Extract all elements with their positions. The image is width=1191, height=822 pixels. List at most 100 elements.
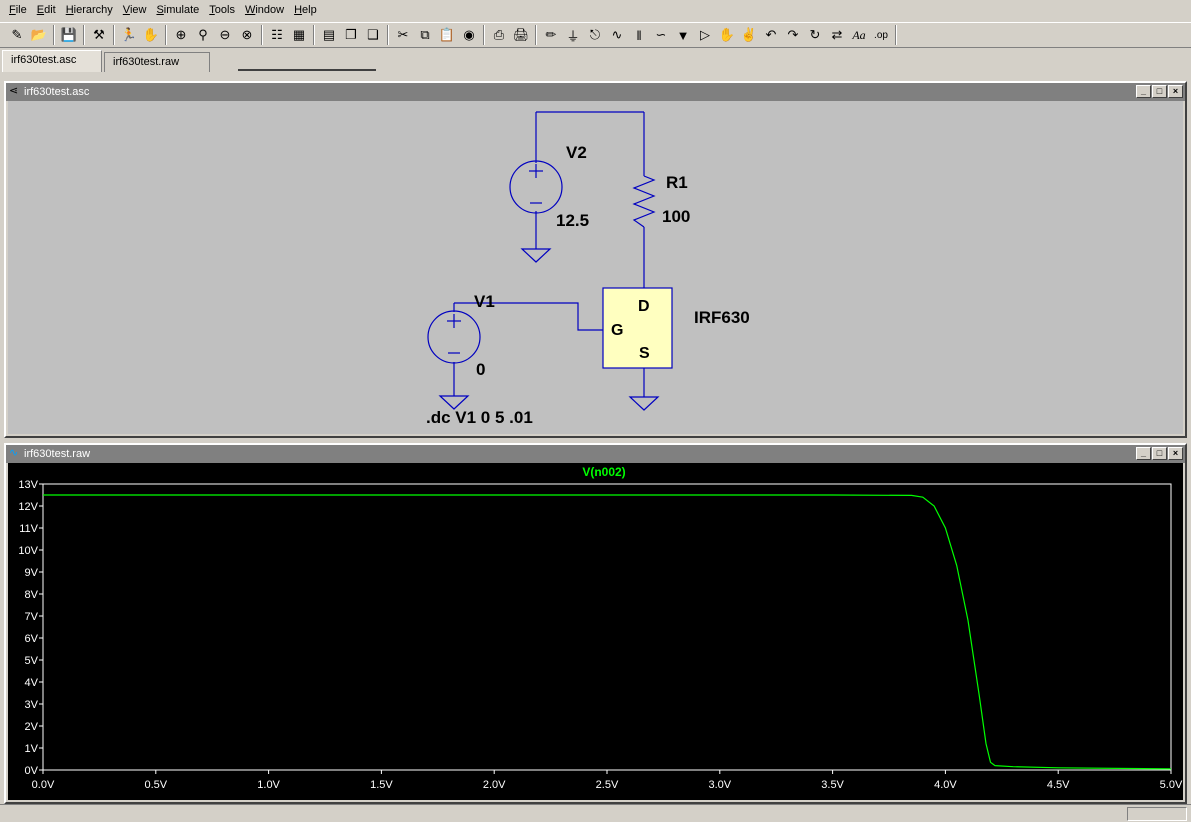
paste-icon[interactable]: 📋 bbox=[436, 24, 458, 46]
minimize-button[interactable]: _ bbox=[1136, 447, 1151, 460]
drag-icon[interactable]: ✌ bbox=[738, 24, 760, 46]
tab-schematic[interactable]: irf630test.asc bbox=[2, 50, 102, 72]
tab-label: irf630test.asc bbox=[11, 54, 77, 66]
find-icon[interactable]: ◉ bbox=[458, 24, 480, 46]
waveform-plot-area[interactable]: V(n002) 0V 1V 2V 3V 4V 5V 6V 7V 8V 9V 10V 11V 12V 13V… bbox=[8, 463, 1183, 800]
v2-name-label: V2 bbox=[566, 143, 587, 162]
toolbar-separator bbox=[113, 25, 115, 45]
menu-item[interactable]: File bbox=[4, 0, 32, 20]
control-panel-icon[interactable]: ⚒ bbox=[88, 24, 110, 46]
x-tick-label: 1.5V bbox=[370, 779, 393, 791]
menu-item[interactable]: Simulate bbox=[151, 0, 204, 20]
close-button[interactable]: × bbox=[1168, 85, 1183, 98]
r1-value-label: 100 bbox=[662, 207, 690, 226]
trace-v-n002[interactable] bbox=[43, 494, 1172, 770]
menu-item[interactable]: Help bbox=[289, 0, 322, 20]
schematic-canvas[interactable]: V2 12.5 R1 100 V1 0 IRF630 D G S .dc V1 … bbox=[8, 101, 1183, 434]
tab-waveform[interactable]: irf630test.raw bbox=[104, 52, 210, 72]
pan-icon[interactable]: ⚲ bbox=[192, 24, 214, 46]
print-setup-icon[interactable]: ⎙ bbox=[488, 24, 510, 46]
minimize-button[interactable]: _ bbox=[1136, 85, 1151, 98]
print-icon[interactable]: 🖨 bbox=[510, 24, 532, 46]
resistor-icon[interactable]: ∿ bbox=[606, 24, 628, 46]
waveform-window-icon: ∿ bbox=[9, 447, 19, 459]
zoom-out-icon[interactable]: ⊖ bbox=[214, 24, 236, 46]
copy-icon[interactable]: ⧉ bbox=[414, 24, 436, 46]
menu-accelerator: H bbox=[294, 4, 303, 16]
menu-accelerator: H bbox=[65, 4, 74, 16]
redo-icon[interactable]: ↷ bbox=[782, 24, 804, 46]
x-tick-label: 4.5V bbox=[1047, 779, 1070, 791]
spice-directive-icon[interactable]: .op bbox=[870, 24, 892, 46]
drain-pin-label: D bbox=[638, 298, 650, 315]
y-tick-label: 12V bbox=[18, 501, 38, 513]
wire[interactable] bbox=[478, 302, 604, 331]
maximize-button[interactable]: □ bbox=[1152, 447, 1167, 460]
r1-resistor-symbol[interactable] bbox=[632, 175, 656, 228]
x-tick-label: 0.0V bbox=[32, 779, 55, 791]
zoom-fit-icon[interactable]: ⊗ bbox=[236, 24, 258, 46]
menu-bar: File Edit Hierarchy View Simulate Tools Window… bbox=[0, 0, 1191, 20]
menu-label: imulate bbox=[163, 4, 200, 16]
label-net-icon[interactable]: ⎋ bbox=[584, 24, 606, 46]
run-icon[interactable]: 🏃 bbox=[118, 24, 140, 46]
cut-icon[interactable]: ✂ bbox=[392, 24, 414, 46]
autorange-icon[interactable]: ☷ bbox=[266, 24, 288, 46]
close-all-icon[interactable]: ❑ bbox=[362, 24, 384, 46]
ground-icon[interactable]: ⏚ bbox=[562, 24, 584, 46]
source-pin-label: S bbox=[639, 345, 650, 362]
y-tick-label: 5V bbox=[25, 655, 39, 667]
menu-item[interactable]: Window bbox=[240, 0, 289, 20]
document-tabs: irf630test.asc irf630test.raw bbox=[0, 50, 1191, 72]
ground-symbol[interactable] bbox=[520, 248, 552, 263]
menu-label: elp bbox=[302, 4, 317, 16]
y-tick-label: 6V bbox=[25, 633, 39, 645]
trace-label[interactable]: V(n002) bbox=[582, 465, 625, 479]
x-tick-label: 1.0V bbox=[257, 779, 280, 791]
mosfet-name-label: IRF630 bbox=[694, 308, 750, 327]
waveform-titlebar[interactable]: ∿ irf630test.raw _ □ × bbox=[6, 445, 1185, 463]
menu-item[interactable]: View bbox=[118, 0, 152, 20]
y-tick-label: 10V bbox=[18, 545, 38, 557]
move-icon[interactable]: ✋ bbox=[716, 24, 738, 46]
mirror-icon[interactable]: ⇄ bbox=[826, 24, 848, 46]
menu-accelerator: F bbox=[9, 4, 16, 16]
schematic-titlebar[interactable]: ⋖ irf630test.asc _ □ × bbox=[6, 83, 1185, 101]
toolbar-separator bbox=[165, 25, 167, 45]
window-title: irf630test.raw bbox=[24, 448, 91, 460]
menu-label: ile bbox=[15, 4, 27, 16]
component-icon[interactable]: ▷ bbox=[694, 24, 716, 46]
y-tick-label: 0V bbox=[25, 765, 39, 777]
spice-directive[interactable]: .dc V1 0 5 .01 bbox=[426, 408, 533, 427]
maximize-button[interactable]: □ bbox=[1152, 85, 1167, 98]
new-schematic-icon[interactable]: ✎ bbox=[6, 24, 28, 46]
halt-icon[interactable]: ✋ bbox=[140, 24, 162, 46]
tile-horizontal-icon[interactable]: ▤ bbox=[318, 24, 340, 46]
schematic-window-icon: ⋖ bbox=[9, 85, 19, 97]
grid-icon[interactable]: ▦ bbox=[288, 24, 310, 46]
zoom-in-icon[interactable]: ⊕ bbox=[170, 24, 192, 46]
r1-name-label: R1 bbox=[666, 173, 688, 192]
save-icon[interactable]: 💾 bbox=[58, 24, 80, 46]
menu-item[interactable]: Tools bbox=[204, 0, 240, 20]
ground-symbol[interactable] bbox=[628, 396, 660, 411]
open-folder-icon[interactable]: 📂 bbox=[28, 24, 50, 46]
diode-icon[interactable]: ▼ bbox=[672, 24, 694, 46]
undo-icon[interactable]: ↶ bbox=[760, 24, 782, 46]
wire-icon[interactable]: ✏ bbox=[540, 24, 562, 46]
cascade-icon[interactable]: ❐ bbox=[340, 24, 362, 46]
rotate-icon[interactable]: ↻ bbox=[804, 24, 826, 46]
toolbar-separator bbox=[261, 25, 263, 45]
inductor-icon[interactable]: ∽ bbox=[650, 24, 672, 46]
text-icon[interactable]: Aa bbox=[848, 24, 870, 46]
tab-divider bbox=[238, 69, 376, 71]
menu-item[interactable]: Hierarchy bbox=[61, 0, 118, 20]
capacitor-icon[interactable]: ‖ bbox=[628, 24, 650, 46]
close-button[interactable]: × bbox=[1168, 447, 1183, 460]
v2-value-label: 12.5 bbox=[556, 211, 589, 230]
window-title: irf630test.asc bbox=[24, 86, 90, 98]
waveform-window: ∿ irf630test.raw _ □ × V(n002) 0V 1V 2V 3V 4… bbox=[4, 443, 1187, 804]
waveform-chart[interactable]: V(n002) 0V 1V 2V 3V 4V 5V 6V 7V 8V 9V 10V 11V 12V 13V… bbox=[8, 463, 1183, 802]
toolbar-separator bbox=[895, 25, 897, 45]
menu-item[interactable]: Edit bbox=[32, 0, 61, 20]
